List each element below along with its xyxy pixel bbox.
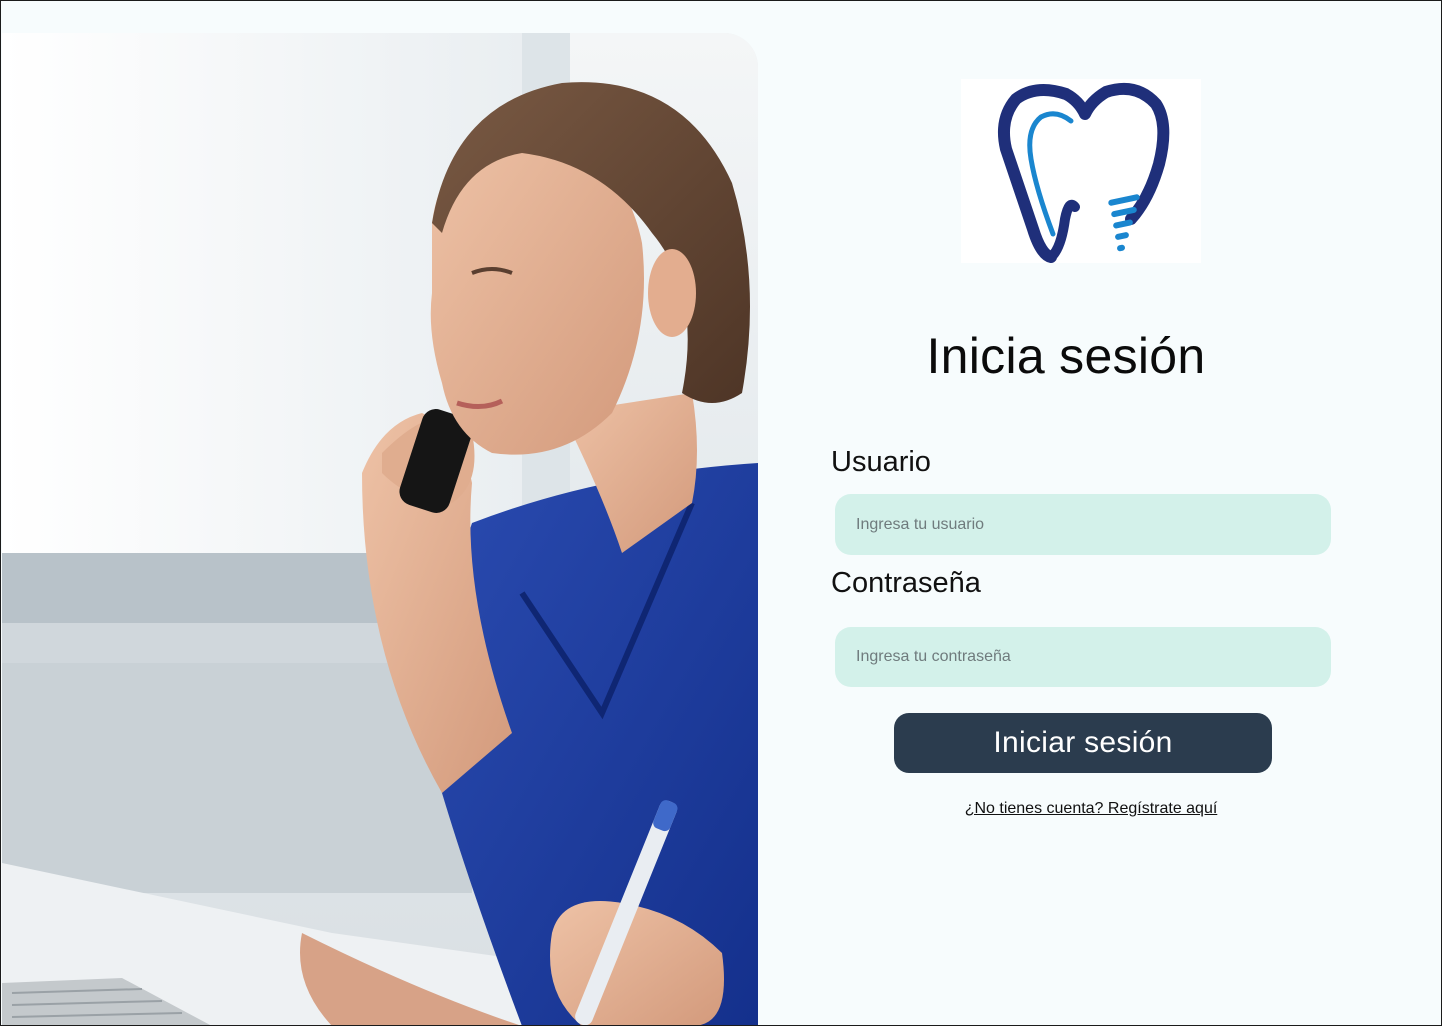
login-button[interactable]: Iniciar sesión <box>894 713 1272 773</box>
clinic-logo <box>961 79 1201 263</box>
password-label: Contraseña <box>831 567 981 599</box>
password-input[interactable] <box>835 627 1331 687</box>
username-input[interactable] <box>835 494 1331 555</box>
login-page: Inicia sesión Usuario Contraseña Iniciar… <box>0 0 1442 1026</box>
hero-photo <box>2 33 758 1025</box>
page-title: Inicia sesión <box>926 328 1206 384</box>
username-label: Usuario <box>831 446 931 478</box>
nurse-on-phone-illustration <box>2 33 758 1025</box>
register-link[interactable]: ¿No tienes cuenta? Regístrate aquí <box>931 800 1251 818</box>
dental-implant-tooth-logo-icon <box>998 83 1170 263</box>
